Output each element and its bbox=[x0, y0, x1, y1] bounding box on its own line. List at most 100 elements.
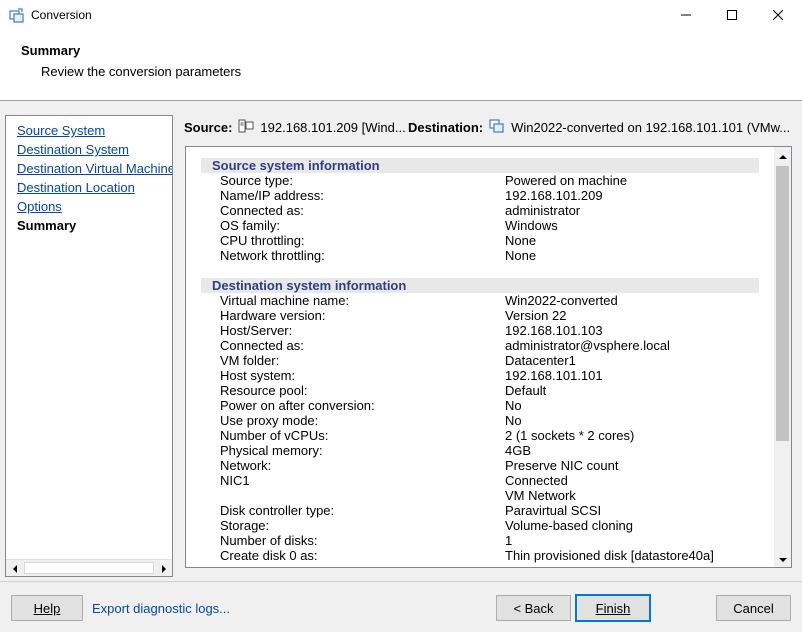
field-value: administrator bbox=[505, 203, 581, 218]
field-value: Version 22 bbox=[505, 308, 567, 323]
list-item: Storage: Volume-based cloning bbox=[201, 518, 759, 533]
summary-details-panel[interactable]: Source system information Source type: Po… bbox=[185, 146, 792, 568]
nav-item-destination-location[interactable]: Destination Location bbox=[17, 180, 135, 195]
field-key: Physical memory: bbox=[220, 443, 323, 458]
field-key: Name/IP address: bbox=[220, 188, 324, 203]
field-key: Number of disks: bbox=[220, 533, 318, 548]
arrow-down-icon bbox=[778, 551, 787, 566]
arrow-up-icon bbox=[778, 148, 787, 163]
field-value: Default bbox=[505, 383, 547, 398]
help-button[interactable]: Help bbox=[11, 595, 83, 621]
arrow-right-icon bbox=[161, 561, 167, 576]
field-key: Disk controller type: bbox=[220, 503, 335, 518]
field-key: CPU throttling: bbox=[220, 233, 305, 248]
field-value: 1 bbox=[505, 533, 513, 548]
field-key: Host/Server: bbox=[220, 323, 293, 338]
field-value: 192.168.101.101 bbox=[505, 368, 603, 383]
field-key: NIC1 bbox=[220, 473, 250, 488]
field-value: Connected bbox=[505, 473, 568, 488]
field-value: 2 (1 sockets * 2 cores) bbox=[505, 428, 635, 443]
vm-icon bbox=[489, 119, 505, 136]
nav-item-destination-system[interactable]: Destination System bbox=[17, 142, 129, 157]
list-item: Host/Server: 192.168.101.103 bbox=[201, 323, 759, 338]
field-value: None bbox=[505, 233, 537, 248]
list-item: VM folder: Datacenter1 bbox=[201, 353, 759, 368]
details-scroll-thumb[interactable] bbox=[776, 166, 789, 441]
footer-divider bbox=[0, 581, 802, 582]
maximize-button[interactable] bbox=[709, 0, 755, 31]
list-item: Virtual machine name: Win2022-converted bbox=[201, 293, 759, 308]
scroll-left-arrow[interactable] bbox=[6, 560, 23, 576]
field-key: Network: bbox=[220, 458, 272, 473]
field-key: Host system: bbox=[220, 368, 296, 383]
field-key: Power on after conversion: bbox=[220, 398, 375, 413]
window-title: Conversion bbox=[31, 8, 92, 22]
field-value: Volume-based cloning bbox=[505, 518, 633, 533]
field-key: Use proxy mode: bbox=[220, 413, 319, 428]
field-key: Network throttling: bbox=[220, 248, 325, 263]
minimize-button[interactable] bbox=[663, 0, 709, 31]
server-icon bbox=[238, 119, 254, 136]
nav-item-source-system[interactable]: Source System bbox=[17, 123, 105, 138]
help-button-label: Help bbox=[33, 600, 61, 616]
field-key: Create disk 0 as: bbox=[220, 548, 318, 563]
scroll-right-arrow[interactable] bbox=[155, 560, 172, 576]
nav-item-summary[interactable]: Summary bbox=[17, 218, 76, 233]
list-item: Network throttling: None bbox=[201, 248, 759, 263]
field-key: Source type: bbox=[220, 173, 293, 188]
field-value: 192.168.101.103 bbox=[505, 323, 603, 338]
field-value: Thin provisioned disk [datastore40a] bbox=[505, 548, 714, 563]
list-item: Create disk 0 as: Thin provisioned disk [… bbox=[201, 548, 759, 563]
list-item: Disk controller type: Paravirtual SCSI bbox=[201, 503, 759, 518]
field-value: administrator@vsphere.local bbox=[505, 338, 670, 353]
list-item: Number of vCPUs: 2 (1 sockets * 2 cores) bbox=[201, 428, 759, 443]
maximize-icon bbox=[727, 8, 737, 23]
cancel-button[interactable]: Cancel bbox=[716, 595, 791, 621]
source-label: Source: bbox=[184, 120, 233, 135]
export-diagnostic-logs-link[interactable]: Export diagnostic logs... bbox=[92, 601, 230, 616]
field-value: Windows bbox=[505, 218, 558, 233]
list-item: OS family: Windows bbox=[201, 218, 759, 233]
source-section-header: Source system information bbox=[201, 158, 759, 173]
field-key: Connected as: bbox=[220, 203, 304, 218]
finish-button-label: Finish bbox=[595, 600, 631, 616]
finish-button[interactable]: Finish bbox=[575, 594, 651, 622]
minimize-icon bbox=[681, 8, 691, 23]
destination-value: Win2022-converted on 192.168.101.101 (VM… bbox=[511, 120, 791, 135]
field-value: VM Network bbox=[505, 488, 576, 503]
nav-item-destination-virtual-machine[interactable]: Destination Virtual Machine bbox=[17, 161, 172, 176]
field-value: Paravirtual SCSI bbox=[505, 503, 602, 518]
scroll-up-arrow[interactable] bbox=[774, 147, 791, 164]
arrow-left-icon bbox=[12, 561, 18, 576]
page-title: Summary bbox=[21, 43, 81, 58]
nav-item-options[interactable]: Options bbox=[17, 199, 62, 214]
field-key: OS family: bbox=[220, 218, 280, 233]
wizard-nav: Source System Destination System Destina… bbox=[5, 115, 173, 577]
cancel-button-label: Cancel bbox=[733, 600, 774, 616]
wizard-header: Summary Review the conversion parameters bbox=[0, 31, 802, 101]
nav-scroll-thumb[interactable] bbox=[24, 562, 154, 574]
field-value: 4GB bbox=[505, 443, 532, 458]
list-item: Number of disks: 1 bbox=[201, 533, 759, 548]
field-key: VM folder: bbox=[220, 353, 280, 368]
source-destination-bar: Source: 192.168.101.209 [Wind... Destina… bbox=[184, 119, 794, 137]
list-item: Physical memory: 4GB bbox=[201, 443, 759, 458]
back-button-label: < Back bbox=[513, 600, 554, 616]
list-item: Host system: 192.168.101.101 bbox=[201, 368, 759, 383]
back-button[interactable]: < Back bbox=[496, 595, 571, 621]
nav-horizontal-scrollbar[interactable] bbox=[6, 559, 172, 576]
field-value: Powered on machine bbox=[505, 173, 628, 188]
field-value: None bbox=[505, 248, 537, 263]
page-subtitle: Review the conversion parameters bbox=[41, 64, 242, 79]
field-value: Preserve NIC count bbox=[505, 458, 619, 473]
list-item: Power on after conversion: No bbox=[201, 398, 759, 413]
scroll-down-arrow[interactable] bbox=[774, 550, 791, 567]
list-item: Resource pool: Default bbox=[201, 383, 759, 398]
field-key: Virtual machine name: bbox=[220, 293, 350, 308]
close-button[interactable] bbox=[755, 0, 801, 31]
field-key: Storage: bbox=[220, 518, 270, 533]
field-value: No bbox=[505, 413, 522, 428]
list-item: Connected as: administrator@vsphere.local bbox=[201, 338, 759, 353]
destination-section-header: Destination system information bbox=[201, 278, 759, 293]
details-vertical-scrollbar[interactable] bbox=[774, 147, 791, 567]
